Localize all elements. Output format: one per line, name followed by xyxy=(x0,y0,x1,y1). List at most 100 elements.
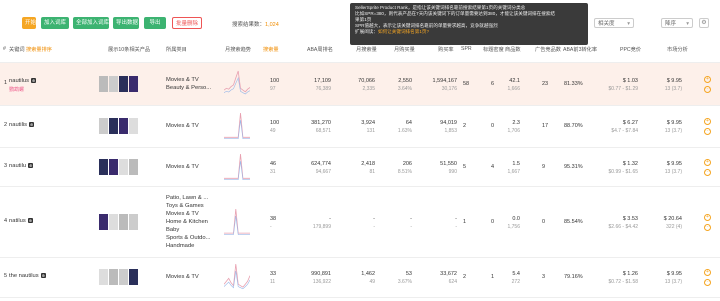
product-thumbnail[interactable] xyxy=(129,269,138,285)
product-thumbnail[interactable] xyxy=(119,118,128,134)
product-thumbnail[interactable] xyxy=(119,159,128,175)
product-thumbnail[interactable] xyxy=(119,269,128,285)
sort-field-select[interactable]: 相关度 ▾ xyxy=(594,18,634,28)
spr-value: 58 xyxy=(463,81,470,87)
product-thumbnail[interactable] xyxy=(129,159,138,175)
spr-tooltip: SellerSprite Product Rank，是指让该关键词排名靠前搜索结… xyxy=(350,3,588,45)
keyword-text[interactable]: nautilis xyxy=(9,122,27,128)
keyword-cell[interactable]: nautilis ⊕ xyxy=(9,122,35,128)
product-thumbnail[interactable] xyxy=(99,159,108,175)
product-thumbnail[interactable] xyxy=(99,118,108,134)
product-thumbnail[interactable] xyxy=(119,214,128,230)
monthly-purchase-cell-sub: 3.67% xyxy=(397,279,412,285)
keyword-text[interactable]: nautilus xyxy=(9,78,29,84)
col-keyword-sort[interactable]: 搜索量排序 xyxy=(26,47,52,53)
product-count-cell: 42.1 1,666 xyxy=(502,78,520,92)
product-thumbnail[interactable] xyxy=(99,214,108,230)
product-thumbnail[interactable] xyxy=(99,269,108,285)
product-thumbnail[interactable] xyxy=(99,76,108,92)
analysis-icon[interactable]: + xyxy=(704,159,711,166)
keyword-cell[interactable]: natilus ⊕ xyxy=(9,218,34,224)
col-spr[interactable]: SPR xyxy=(461,46,472,52)
product-thumbnail[interactable] xyxy=(129,76,138,92)
spr-value: 5 xyxy=(463,164,467,170)
product-thumbnail[interactable] xyxy=(109,214,118,230)
col-monthly-search[interactable]: 月搜索量 xyxy=(356,46,377,53)
more-icon[interactable]: ⋯ xyxy=(704,128,711,135)
table-row[interactable]: 3 nautilu ⊕ Movies & TV 46 31 624,774 94,667 2,4… xyxy=(0,147,720,187)
product-count-cell-sub: 1,706 xyxy=(507,128,520,134)
product-thumbnail[interactable] xyxy=(109,118,118,134)
product-thumbnail[interactable] xyxy=(129,118,138,134)
col-keyword[interactable]: 关键词 搜索量排序 xyxy=(9,46,52,53)
search-trend-sparkline[interactable] xyxy=(224,207,250,237)
search-trend-sparkline[interactable] xyxy=(224,69,250,99)
amazon-choice-badge: ⊕ xyxy=(29,122,35,128)
product-thumbnail[interactable] xyxy=(109,76,118,92)
export-button[interactable]: 导出 xyxy=(144,17,166,29)
keyword-cell[interactable]: the nautilus ⊕ xyxy=(9,273,47,279)
monthly-purchase-cell-value: - xyxy=(410,216,412,222)
sort-order-select[interactable]: 降序 ▾ xyxy=(661,18,693,28)
start-button[interactable]: 开始 xyxy=(22,17,36,29)
search-volume-cell-value: 33 xyxy=(270,271,277,277)
analysis-icon[interactable]: + xyxy=(704,118,711,125)
add-all-to-library-button[interactable]: 全部加入词库 xyxy=(73,17,109,29)
keyword-text[interactable]: natilus xyxy=(9,218,26,224)
analysis-icon[interactable]: + xyxy=(704,269,711,276)
market-price-cell: $ 9.95 13 (3.7) xyxy=(660,120,682,134)
aba-share-value: 88.70% xyxy=(564,123,583,129)
batch-delete-button[interactable]: 批量删除 xyxy=(172,17,202,29)
product-thumbnail[interactable] xyxy=(109,269,118,285)
export-data-button[interactable]: 导出数据 xyxy=(113,17,139,29)
tooltip-read-more-link[interactable]: 如何让关键词排名第1页? xyxy=(378,29,429,34)
purchase-rate-cell: 94,019 1,853 xyxy=(425,120,457,134)
more-icon[interactable]: ⋯ xyxy=(704,224,711,231)
col-ppc[interactable]: PPC竞价 xyxy=(620,46,641,53)
more-icon[interactable]: ⋯ xyxy=(704,169,711,176)
col-purchase-rate[interactable]: 购买率 xyxy=(438,46,454,53)
aba-rank-cell: 17,109 76,389 xyxy=(303,78,331,92)
col-aba-share[interactable]: ABA前3转化率 xyxy=(563,46,597,53)
search-volume-cell-sub: - xyxy=(270,224,272,230)
ads-count-value: 9 xyxy=(542,164,546,170)
keyword-cell[interactable]: nautilus ⊕ 鹦鹉螺 xyxy=(9,78,37,93)
col-product-count[interactable]: 商品数 xyxy=(505,46,521,53)
purchase-rate-cell-value: 33,672 xyxy=(440,271,457,277)
product-thumbnail[interactable] xyxy=(129,214,138,230)
analysis-icon[interactable]: + xyxy=(704,76,711,83)
ppc-bid-cell: $ 1.32 $0.99 - $1.65 xyxy=(604,161,638,175)
title-density-value: 0 xyxy=(491,123,495,129)
monthly-search-cell-sub: 131 xyxy=(366,128,375,134)
search-trend-sparkline[interactable] xyxy=(224,152,250,182)
more-icon[interactable]: ⋯ xyxy=(704,279,711,286)
search-trend-sparkline[interactable] xyxy=(224,262,250,292)
ppc-bid-cell-sub: $2.66 - $4.42 xyxy=(608,224,638,230)
monthly-search-cell-sub: 2,335 xyxy=(362,86,375,92)
col-ads[interactable]: 广告竞品数 xyxy=(535,46,561,53)
col-market[interactable]: 市场分析 xyxy=(667,46,688,53)
table-row[interactable]: 2 nautilis ⊕ Movies & TV 100 49 381,270 68,571 3… xyxy=(0,105,720,148)
keyword-cell[interactable]: nautilu ⊕ xyxy=(9,163,34,169)
col-search-volume[interactable]: 搜索量 xyxy=(263,46,279,53)
ppc-bid-cell-sub: $0.99 - $1.65 xyxy=(608,169,638,175)
add-to-library-button[interactable]: 加入词库 xyxy=(41,17,69,29)
keyword-text[interactable]: the nautilus xyxy=(9,273,39,279)
chevron-down-icon: ▾ xyxy=(686,21,689,27)
settings-icon[interactable]: ⚙ xyxy=(699,18,709,28)
monthly-search-cell-sub: - xyxy=(373,224,375,230)
table-row[interactable]: 5 the nautilus ⊕ Movies & TV 33 11 990,891 136,… xyxy=(0,257,720,298)
product-thumbnail[interactable] xyxy=(109,159,118,175)
col-title-density[interactable]: 标题密度 xyxy=(483,46,504,53)
product-thumbnail[interactable] xyxy=(119,76,128,92)
table-row[interactable]: 1 nautilus ⊕ 鹦鹉螺 Movies & TV Beauty & Perso..… xyxy=(0,63,720,106)
col-aba-rank[interactable]: ABA周排名 xyxy=(307,46,333,53)
keyword-text[interactable]: nautilu xyxy=(9,163,26,169)
col-monthly-purchase[interactable]: 月购买量 xyxy=(394,46,415,53)
table-row[interactable]: 4 natilus ⊕ Patio, Lawn & ... Toys & Games Mo… xyxy=(0,186,720,258)
result-count-value: 1,024 xyxy=(265,22,279,28)
ppc-bid-cell-value: $ 1.32 xyxy=(622,161,638,167)
search-trend-sparkline[interactable] xyxy=(224,111,250,141)
more-icon[interactable]: ⋯ xyxy=(704,86,711,93)
analysis-icon[interactable]: + xyxy=(704,214,711,221)
